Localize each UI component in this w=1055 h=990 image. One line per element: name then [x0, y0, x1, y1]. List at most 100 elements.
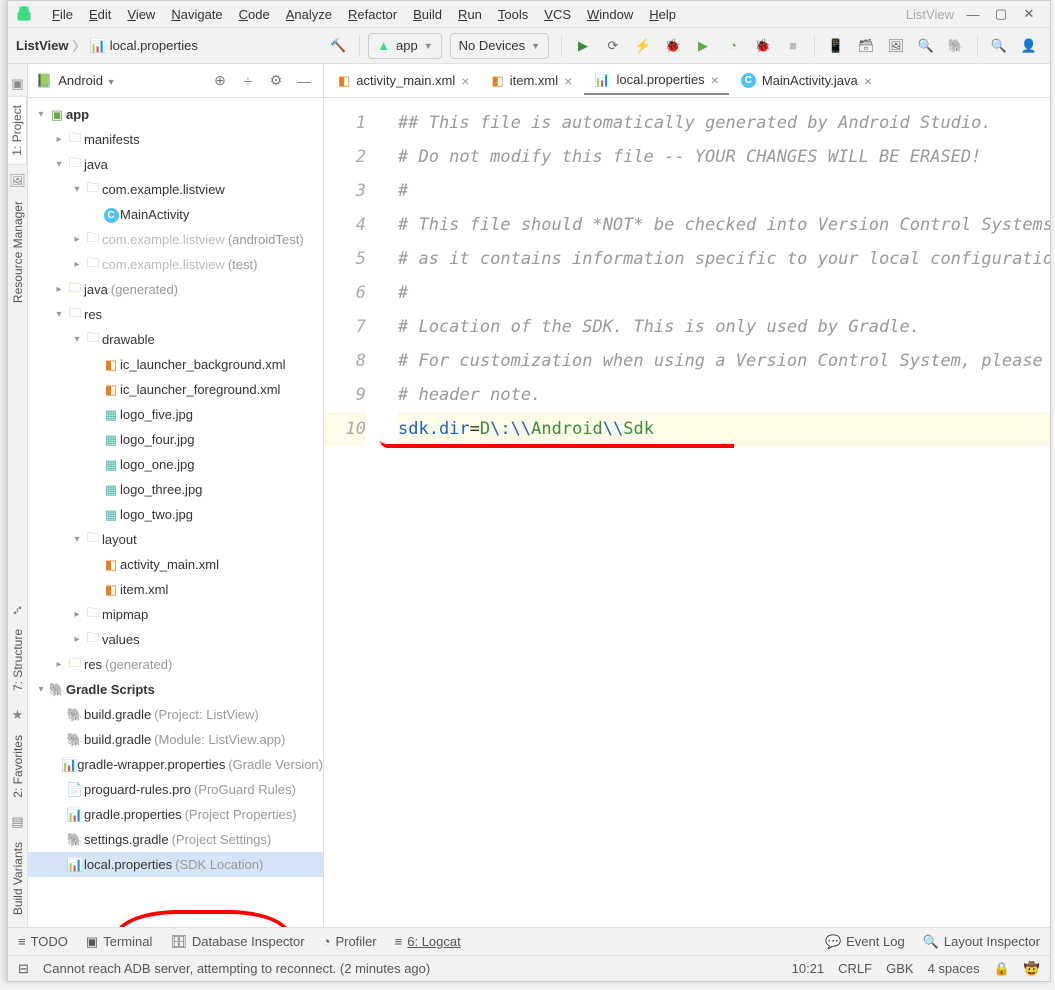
indent-button[interactable]: 4 spaces: [928, 961, 980, 976]
tree-item-build-gradle[interactable]: 🐘build.gradle(Module: ListView.app): [28, 727, 323, 752]
tree-item-logo-three-jpg[interactable]: ▦logo_three.jpg: [28, 477, 323, 502]
sync-gradle-icon[interactable]: 🐘: [943, 33, 969, 59]
maximize-button[interactable]: ▢: [994, 6, 1008, 22]
profiler-tab[interactable]: ◔Profiler: [323, 934, 377, 949]
menu-code[interactable]: Code: [231, 5, 278, 24]
layout-inspector-icon[interactable]: 🔍: [913, 33, 939, 59]
menu-refactor[interactable]: Refactor: [340, 5, 405, 24]
breadcrumb-file[interactable]: local.properties: [110, 38, 198, 53]
lock-icon[interactable]: 🔒: [994, 961, 1010, 977]
coverage-icon[interactable]: ▶: [690, 33, 716, 59]
tree-item-proguard-rules-pro[interactable]: 📄proguard-rules.pro(ProGuard Rules): [28, 777, 323, 802]
select-opened-file-icon[interactable]: ⊕: [209, 72, 231, 89]
tree-item-com-example-listview[interactable]: ▾🗀com.example.listview: [28, 177, 323, 202]
tree-item-app[interactable]: ▾▣app: [28, 102, 323, 127]
tree-item-settings-gradle[interactable]: 🐘settings.gradle(Project Settings): [28, 827, 323, 852]
line-separator-button[interactable]: CRLF: [838, 961, 872, 976]
menu-tools[interactable]: Tools: [490, 5, 536, 24]
tree-item-java[interactable]: ▾🗀java: [28, 152, 323, 177]
event-log-tab[interactable]: 💬Event Log: [825, 934, 905, 950]
editor-tab-item-xml[interactable]: ◧item.xml×: [481, 67, 582, 95]
collapse-all-icon[interactable]: ÷: [237, 73, 259, 89]
project-view-dropdown[interactable]: Android ▼: [58, 73, 203, 88]
tree-item-java[interactable]: ▸🗀java(generated): [28, 277, 323, 302]
resource-manager-icon[interactable]: 🖼: [883, 33, 909, 59]
close-tab-icon[interactable]: ×: [864, 73, 872, 89]
tree-item-manifests[interactable]: ▸🗀manifests: [28, 127, 323, 152]
minimize-button[interactable]: —: [966, 7, 980, 22]
tree-item-gradle-wrapper-properties[interactable]: 📊gradle-wrapper.properties(Gradle Versio…: [28, 752, 323, 777]
tree-item-logo-four-jpg[interactable]: ▦logo_four.jpg: [28, 427, 323, 452]
tree-item-build-gradle[interactable]: 🐘build.gradle(Project: ListView): [28, 702, 323, 727]
tree-item-res[interactable]: ▸🗀res(generated): [28, 652, 323, 677]
profile-icon[interactable]: ◔: [720, 33, 746, 59]
hide-panel-icon[interactable]: —: [293, 73, 315, 89]
tree-item-item-xml[interactable]: ◧item.xml: [28, 577, 323, 602]
menu-window[interactable]: Window: [579, 5, 641, 24]
left-tab-project[interactable]: 1: Project: [8, 96, 27, 165]
close-tab-icon[interactable]: ×: [461, 73, 469, 89]
debug-button-icon[interactable]: 🐞: [660, 33, 686, 59]
menu-vcs[interactable]: VCS: [536, 5, 579, 24]
code-content[interactable]: ## This file is automatically generated …: [380, 98, 1050, 927]
tree-item-logo-one-jpg[interactable]: ▦logo_one.jpg: [28, 452, 323, 477]
menu-edit[interactable]: Edit: [81, 5, 119, 24]
menu-file[interactable]: File: [44, 5, 81, 24]
left-tab-build-variants[interactable]: Build Variants: [9, 834, 27, 923]
close-tab-icon[interactable]: ×: [564, 73, 572, 89]
menu-view[interactable]: View: [119, 5, 163, 24]
run-button-icon[interactable]: ▶: [570, 33, 596, 59]
search-everywhere-icon[interactable]: 🔍: [986, 33, 1012, 59]
tree-item-logo-two-jpg[interactable]: ▦logo_two.jpg: [28, 502, 323, 527]
database-inspector-tab[interactable]: 🗄Database Inspector: [170, 934, 304, 950]
editor-tab-local-properties[interactable]: 📊local.properties×: [584, 67, 729, 95]
breadcrumb-root[interactable]: ListView: [16, 38, 69, 53]
sdk-manager-icon[interactable]: 🗃: [853, 33, 879, 59]
tree-item-values[interactable]: ▸🗀values: [28, 627, 323, 652]
apply-code-changes-icon[interactable]: ⚡: [630, 33, 656, 59]
tree-item-com-example-listview[interactable]: ▸🗀com.example.listview(androidTest): [28, 227, 323, 252]
editor-body[interactable]: 12345678910 ## This file is automaticall…: [324, 98, 1050, 927]
tree-item-gradle-scripts[interactable]: ▾🐘Gradle Scripts: [28, 677, 323, 702]
menu-navigate[interactable]: Navigate: [163, 5, 230, 24]
encoding-button[interactable]: GBK: [886, 961, 913, 976]
tree-item-ic-launcher-background-xml[interactable]: ◧ic_launcher_background.xml: [28, 352, 323, 377]
hammer-build-icon[interactable]: 🔨: [325, 33, 351, 59]
editor-tab-activity-main-xml[interactable]: ◧activity_main.xml×: [328, 67, 479, 95]
menu-build[interactable]: Build: [405, 5, 450, 24]
tree-item-ic-launcher-foreground-xml[interactable]: ◧ic_launcher_foreground.xml: [28, 377, 323, 402]
tree-item-mipmap[interactable]: ▸🗀mipmap: [28, 602, 323, 627]
logcat-tab[interactable]: ≡6: Logcat: [395, 934, 461, 949]
avatar-icon[interactable]: 👤: [1016, 33, 1042, 59]
tree-item-gradle-properties[interactable]: 📊gradle.properties(Project Properties): [28, 802, 323, 827]
menu-run[interactable]: Run: [450, 5, 490, 24]
tree-item-activity-main-xml[interactable]: ◧activity_main.xml: [28, 552, 323, 577]
status-indicator-icon[interactable]: ⊟: [18, 961, 29, 977]
tree-item-com-example-listview[interactable]: ▸🗀com.example.listview(test): [28, 252, 323, 277]
tree-item-layout[interactable]: ▾🗀layout: [28, 527, 323, 552]
stop-button-icon[interactable]: ■: [780, 33, 806, 59]
run-config-dropdown[interactable]: ▲ app ▼: [368, 33, 442, 59]
tree-item-mainactivity[interactable]: CMainActivity: [28, 202, 323, 227]
attach-debugger-icon[interactable]: 🐞: [750, 33, 776, 59]
settings-gear-icon[interactable]: ⚙: [265, 72, 287, 89]
terminal-tab[interactable]: ▣Terminal: [86, 934, 152, 950]
device-dropdown[interactable]: No Devices ▼: [450, 33, 549, 59]
close-tab-icon[interactable]: ×: [711, 72, 719, 88]
editor-tab-mainactivity-java[interactable]: CMainActivity.java×: [731, 67, 882, 95]
left-tab-structure[interactable]: 7: Structure: [9, 621, 27, 699]
breadcrumb[interactable]: ListView 〉 📊 local.properties: [16, 36, 198, 55]
project-tree[interactable]: ▾▣app▸🗀manifests▾🗀java▾🗀com.example.list…: [28, 98, 323, 927]
layout-inspector-tab[interactable]: 🔍Layout Inspector: [923, 934, 1040, 950]
close-window-button[interactable]: ✕: [1022, 6, 1036, 22]
tree-item-local-properties[interactable]: 📊local.properties(SDK Location): [28, 852, 323, 877]
todo-tab[interactable]: ≡TODO: [18, 934, 68, 949]
inspector-hat-icon[interactable]: 🤠: [1024, 961, 1040, 977]
menu-analyze[interactable]: Analyze: [278, 5, 340, 24]
avd-manager-icon[interactable]: 📱: [823, 33, 849, 59]
apply-changes-icon[interactable]: ⟳: [600, 33, 626, 59]
tree-item-logo-five-jpg[interactable]: ▦logo_five.jpg: [28, 402, 323, 427]
left-tab-resource-manager[interactable]: Resource Manager: [9, 193, 27, 311]
tree-item-drawable[interactable]: ▾🗀drawable: [28, 327, 323, 352]
left-tab-favorites[interactable]: 2: Favorites: [9, 727, 27, 806]
